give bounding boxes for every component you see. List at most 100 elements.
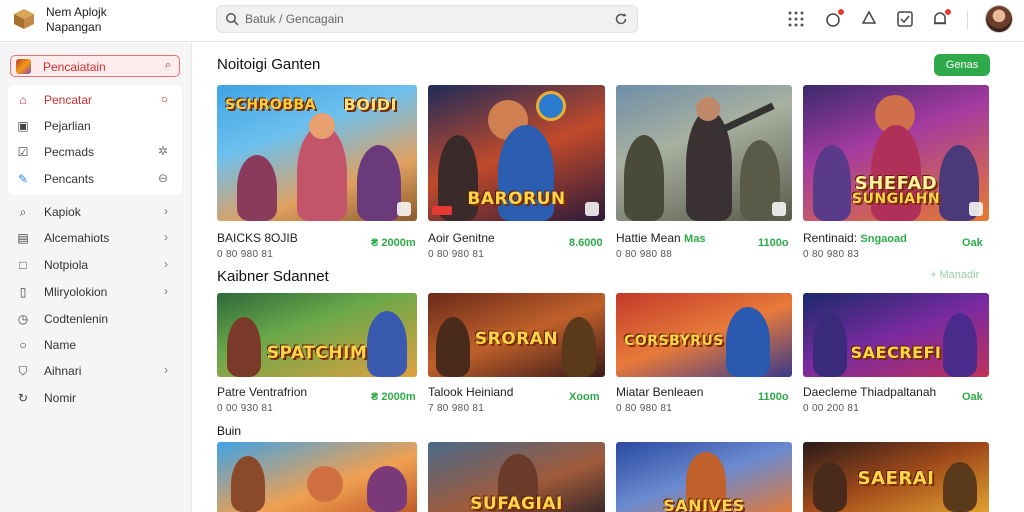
- sidebar-item-pejarlian[interactable]: ▣ Pejarlian: [10, 116, 176, 136]
- chevron-right-icon: ›: [164, 284, 168, 298]
- sparkle-icon: ✲: [157, 144, 168, 158]
- game-price: ₴ 2000m: [371, 237, 416, 249]
- sidebar: Pencaiatain ⌕ ⌂ Pencatar ○ ▣ Pejarlian ☑…: [0, 43, 192, 512]
- game-title[interactable]: BAICKS 8OJIB: [217, 231, 298, 245]
- sidebar-item-nomir[interactable]: ↻ Nomir: [10, 388, 176, 408]
- sidebar-item-label: Codtenlenin: [44, 312, 109, 326]
- game-art-title: SAERAI: [857, 468, 935, 489]
- search-input[interactable]: Batuk / Gencagain: [216, 5, 638, 33]
- bell-badge: [944, 8, 952, 16]
- check-icon: ☑: [17, 145, 29, 159]
- game-card[interactable]: SANIVES: [616, 442, 792, 512]
- sidebar-item-label: Name: [44, 338, 77, 352]
- game-art-title: SCHROBBA: [225, 97, 316, 113]
- sidebar-item-label: Mliryolokion: [44, 285, 108, 299]
- platform-icon: [585, 202, 599, 216]
- grid-icon[interactable]: [787, 10, 805, 28]
- chevron-right-icon: ›: [164, 257, 168, 271]
- game-card[interactable]: SPATCHIM: [217, 293, 417, 377]
- game-title[interactable]: Rentinaid: Sngaoad: [803, 231, 907, 245]
- game-art-title: BARORUN: [467, 189, 566, 209]
- circle-icon: ○: [160, 92, 168, 106]
- game-title[interactable]: Miatar Benleaen: [616, 385, 703, 399]
- refresh-icon[interactable]: [613, 11, 629, 32]
- sidebar-item-codtenlenin[interactable]: ◷ Codtenlenin: [10, 309, 176, 329]
- app-name: Nem Aplojk Napangan: [46, 5, 107, 35]
- game-art-title: BOIDI: [343, 95, 397, 114]
- game-price: 1100o: [758, 237, 789, 249]
- game-title-tag: Sngaoad: [860, 233, 907, 245]
- sidebar-item-pecmads[interactable]: ☑ Pecmads ✲: [10, 142, 176, 162]
- sidebar-item-label: Kapiok: [44, 205, 81, 219]
- sidebar-item-pencatar[interactable]: ⌂ Pencatar ○: [10, 90, 176, 110]
- game-title[interactable]: Hattie Mean Mas: [616, 231, 705, 245]
- game-card[interactable]: CORSBYRUS: [616, 293, 792, 377]
- sidebar-item-label: Pencants: [44, 172, 95, 186]
- game-card[interactable]: SAECREFI: [803, 293, 989, 377]
- recycle-icon[interactable]: [860, 10, 878, 28]
- app-logo-icon[interactable]: [12, 7, 36, 31]
- game-price: Oak: [962, 237, 983, 249]
- game-art-subtitle: SUNGIAHN: [851, 191, 941, 207]
- game-title[interactable]: Aoir Genitne: [428, 231, 495, 245]
- bell-icon[interactable]: [931, 8, 952, 28]
- pen-icon: ✎: [17, 172, 29, 186]
- top-bar: Nem Aplojk Napangan Batuk / Gencagain: [0, 0, 1024, 42]
- game-card[interactable]: SCHROBBA BOIDI: [217, 85, 417, 221]
- doc-icon: ▤: [17, 231, 29, 245]
- notification-badge: [837, 8, 845, 16]
- game-art-title: SAECREFI: [850, 343, 942, 362]
- character-figure: [367, 466, 407, 512]
- avatar[interactable]: [985, 5, 1013, 33]
- sidebar-active-item[interactable]: Pencaiatain ⌕: [10, 55, 180, 77]
- game-price: 1100o: [758, 391, 789, 403]
- sidebar-item-mliryolokion[interactable]: ▯ Mliryolokion ›: [10, 282, 176, 302]
- game-card[interactable]: SAERAI: [803, 442, 989, 512]
- game-meta: 0 00 200 81: [803, 403, 860, 414]
- sidebar-item-notpiola[interactable]: □ Notpiola ›: [10, 255, 176, 275]
- search-icon: [225, 12, 239, 31]
- game-art-title: SANIVES: [663, 496, 745, 512]
- game-card[interactable]: [217, 442, 417, 512]
- search-icon: ⌕: [164, 59, 171, 71]
- game-card[interactable]: SHEFAD SUNGIAHN: [803, 85, 989, 221]
- section-title: Kaibner Sdannet: [217, 268, 329, 285]
- game-card[interactable]: [616, 85, 792, 221]
- character-figure: [357, 145, 401, 221]
- game-card[interactable]: SRORAN: [428, 293, 605, 377]
- game-art-title: SRORAN: [474, 329, 559, 349]
- shield-icon: ⛉: [18, 364, 28, 378]
- green-action-button[interactable]: Genas: [934, 54, 990, 76]
- game-title[interactable]: Talook Heiniand: [428, 385, 513, 399]
- sidebar-item-kapiok[interactable]: ⌕ Kapiok ›: [10, 202, 176, 222]
- section-title: Buin: [217, 424, 242, 438]
- chevron-right-icon: ›: [164, 230, 168, 244]
- game-meta: 0 80 980 81: [428, 249, 485, 260]
- book-icon: ▯: [19, 285, 27, 299]
- see-all-link[interactable]: + Manadir: [930, 269, 979, 281]
- game-art-title: SPATCHIM: [266, 343, 368, 363]
- game-price: Xoom: [569, 391, 600, 403]
- sidebar-item-aihnari[interactable]: ⛉ Aihnari ›: [10, 361, 176, 381]
- tag-icon: [432, 206, 452, 215]
- game-title[interactable]: Patre Ventrafrion: [217, 385, 307, 399]
- game-title-text: Rentinaid:: [803, 231, 858, 245]
- sidebar-item-pencants[interactable]: ✎ Pencants ⊖: [10, 169, 176, 189]
- game-meta: 7 80 980 81: [428, 403, 485, 414]
- character-figure: [231, 456, 265, 512]
- checkbox-icon[interactable]: [896, 10, 914, 28]
- game-card[interactable]: SUFAGIAI: [428, 442, 605, 512]
- game-price: 8.6000: [569, 237, 603, 249]
- game-price: Oak: [962, 391, 983, 403]
- game-thumb-icon: [16, 59, 31, 74]
- sidebar-item-label: Pencatar: [44, 93, 93, 107]
- game-meta: 0 80 980 88: [616, 249, 673, 260]
- sidebar-item-alcemahiots[interactable]: ▤ Alcemahiots ›: [10, 228, 176, 248]
- game-meta: 0 80 980 81: [217, 249, 274, 260]
- home-icon: ⌂: [19, 93, 27, 107]
- sidebar-item-name[interactable]: ○ Name: [10, 335, 176, 355]
- game-title[interactable]: Daecleme Thiadpaltanah: [803, 385, 936, 399]
- notification-icon[interactable]: [824, 8, 845, 28]
- character-head: [696, 97, 720, 121]
- game-card[interactable]: BARORUN: [428, 85, 605, 221]
